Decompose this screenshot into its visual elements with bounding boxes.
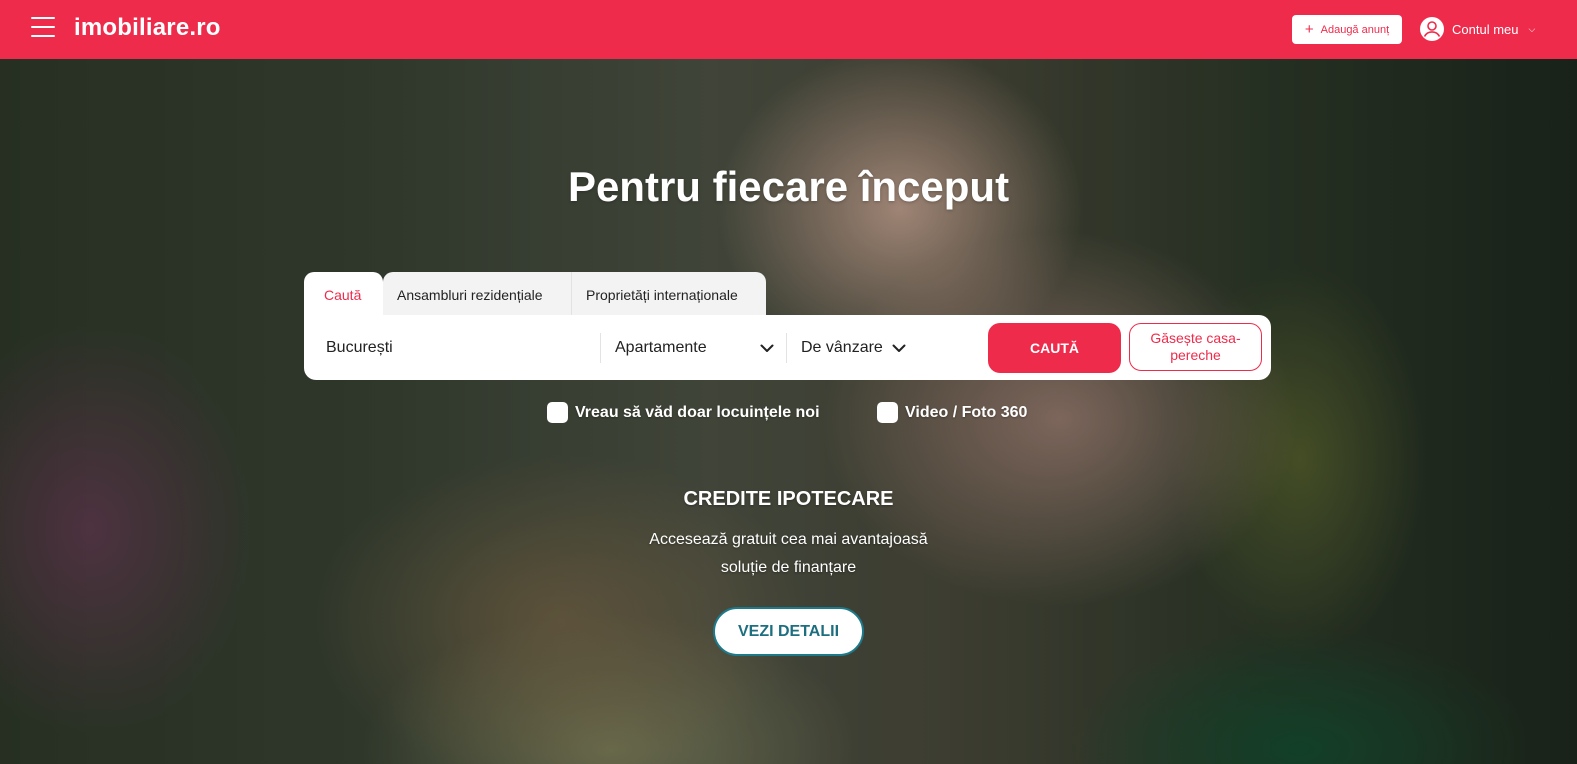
tab-international-properties[interactable]: Proprietăți internaționale [572,272,766,317]
promo-line-1: Accesează gratuit cea mai avantajoasă [649,531,928,548]
chevron-down-icon [892,344,906,352]
transaction-type-value: De vânzare [801,339,883,356]
user-icon [1420,17,1444,41]
property-type-select[interactable]: Apartamente [615,331,775,365]
add-listing-button[interactable]: + Adaugă anunț [1292,15,1402,44]
divider [600,333,601,363]
tab-search[interactable]: Caută [304,272,383,317]
plus-icon: + [1304,21,1314,38]
search-bar: Apartamente De vânzare CAUTĂ Găsește cas… [304,315,1271,380]
promo-line-2: soluție de finanțare [720,559,857,576]
search-tabs: Caută Ansambluri rezidențiale Proprietăț… [304,272,766,317]
search-button[interactable]: CAUTĂ [988,323,1121,373]
top-navbar: imobiliare.ro + Adaugă anunț Contul meu … [0,0,1577,59]
divider [786,333,787,363]
video-360-label: Video / Foto 360 [905,403,1028,421]
new-only-checkbox[interactable]: Vreau să văd doar locuințele noi [547,402,820,423]
hero-headline: Pentru fiecare început [567,163,1010,210]
account-menu[interactable]: Contul meu ⌵ [1420,16,1535,42]
new-only-label: Vreau să văd doar locuințele noi [575,403,820,421]
checkbox-box[interactable] [877,402,898,423]
find-match-button[interactable]: Găsește casa-pereche [1129,323,1262,371]
view-details-button[interactable]: VEZI DETALII [713,607,864,656]
chevron-down-icon: ⌵ [1528,23,1536,34]
promo-description: Accesează gratuit cea mai avantajoasă so… [0,526,1577,582]
hamburger-menu-icon[interactable] [31,17,55,37]
video-360-checkbox[interactable]: Video / Foto 360 [877,402,1027,423]
checkbox-box[interactable] [547,402,568,423]
tab-residential-complexes[interactable]: Ansambluri rezidențiale [383,272,572,317]
site-logo[interactable]: imobiliare.ro [74,14,221,42]
account-label: Contul meu [1452,21,1519,37]
property-type-value: Apartamente [615,339,707,356]
chevron-down-icon [760,344,774,352]
transaction-type-select[interactable]: De vânzare [801,331,907,365]
location-input[interactable] [324,331,598,365]
add-listing-label: Adaugă anunț [1320,23,1390,36]
hero-section: Pentru fiecare început Caută Ansambluri … [0,59,1577,764]
promo-title: CREDITE IPOTECARE [683,488,894,510]
